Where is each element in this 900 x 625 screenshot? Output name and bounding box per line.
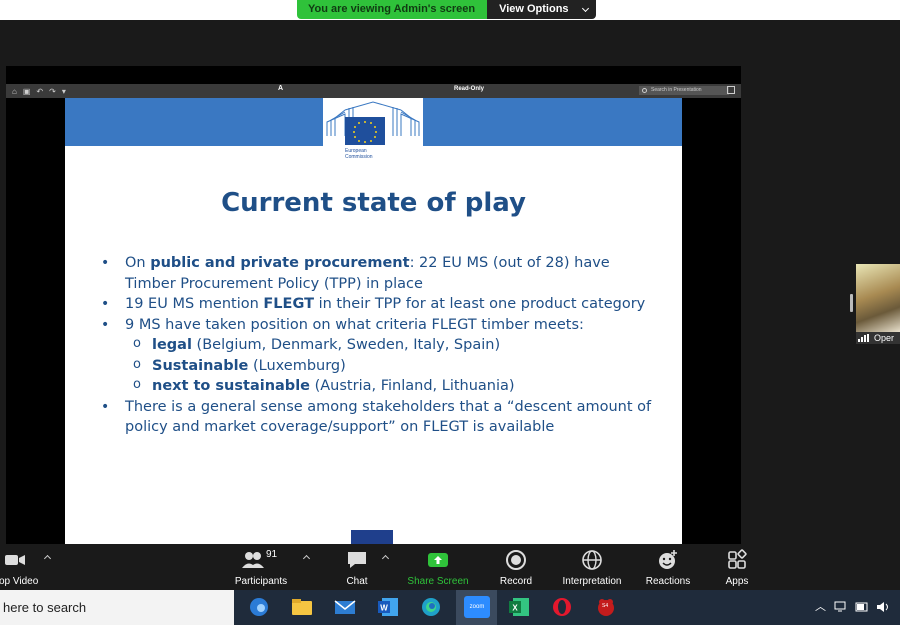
taskbar-search-text: here to search [3, 600, 87, 615]
video-camera-icon [5, 555, 25, 565]
app-icon[interactable]: S4 [594, 596, 618, 618]
european-commission-logo: European Commission [323, 98, 423, 164]
view-options-button[interactable]: View Options [487, 0, 596, 19]
stop-video-button[interactable]: op Video [0, 544, 44, 590]
taskbar-search-box[interactable]: here to search [0, 590, 234, 625]
apps-icon [728, 549, 747, 569]
eu-flag-icon [345, 117, 385, 145]
slide-footer-block [351, 530, 393, 544]
undo-icon[interactable]: ↶ [36, 87, 43, 96]
search-icon [642, 88, 647, 93]
search-placeholder: Search in Presentation [651, 87, 702, 93]
zoom-app-label: zoom [469, 604, 485, 610]
save-icon[interactable]: ▣ [23, 87, 31, 96]
share-screen-button[interactable]: Share Screen [404, 544, 472, 590]
bullet-item: 9 MS have taken position on what criteri… [101, 315, 661, 336]
network-icon[interactable] [834, 601, 848, 613]
screen: You are viewing Admin's screen View Opti… [0, 0, 900, 625]
interpretation-button[interactable]: Interpretation [556, 544, 628, 590]
viewing-banner: You are viewing Admin's screen View Opti… [297, 0, 596, 19]
chat-label: Chat [346, 576, 368, 587]
chat-options-caret-icon[interactable] [381, 554, 390, 563]
reactions-button[interactable]: Reactions [642, 544, 694, 590]
sub-bullet-item: legal (Belgium, Denmark, Sweden, Italy, … [101, 334, 661, 356]
globe-icon [582, 550, 602, 570]
logo-caption-line-2: Commission [345, 154, 373, 160]
participants-count: 91 [266, 549, 278, 560]
sub-bullet-item: next to sustainable (Austria, Finland, L… [101, 375, 661, 397]
interpretation-label: Interpretation [562, 576, 622, 587]
participants-button[interactable]: 91 Participants [231, 544, 291, 590]
presentation-toolbar: ⌂ ▣ ↶ ↷ ▾ A Read-Only Search in Presenta… [6, 84, 741, 98]
redo-icon[interactable]: ↷ [49, 87, 56, 96]
opera-icon[interactable] [550, 596, 574, 618]
record-icon [506, 550, 526, 570]
more-icon[interactable]: ▾ [62, 87, 66, 96]
presentation-slide: European Commission Current state of pla… [65, 98, 682, 544]
logo-caption: European Commission [345, 148, 373, 160]
bullet-item: There is a general sense among stakehold… [101, 397, 661, 438]
volume-icon[interactable] [876, 601, 890, 613]
apps-label: Apps [725, 576, 749, 587]
video-options-caret-icon[interactable] [43, 554, 52, 563]
participant-video-thumbnail[interactable]: Oper [856, 264, 900, 344]
home-icon[interactable]: ⌂ [12, 87, 17, 96]
file-explorer-icon[interactable] [290, 596, 314, 618]
participants-icon: 91 [241, 549, 281, 571]
share-icon[interactable] [727, 86, 735, 94]
presentation-search-input[interactable]: Search in Presentation [639, 86, 729, 95]
toolbar-doc-initial: A [278, 85, 284, 92]
reactions-icon [659, 550, 677, 569]
record-label: Record [499, 576, 533, 587]
mail-icon[interactable] [333, 596, 357, 618]
participants-label: Participants [234, 576, 288, 587]
zoom-meeting-toolbar: op Video 91 Participants Chat Share Scre… [0, 544, 900, 590]
view-options-label: View Options [499, 3, 569, 15]
chat-icon [348, 552, 366, 568]
chevron-down-icon [581, 4, 589, 13]
windows-taskbar: here to search W zoom X S4 ︿ [0, 590, 900, 625]
svg-text:X: X [512, 604, 518, 613]
reactions-label: Reactions [645, 576, 691, 587]
edge-profile-icon[interactable] [247, 596, 271, 618]
sub-bullet-item: Sustainable (Luxemburg) [101, 355, 661, 377]
read-only-badge: Read-Only [454, 86, 485, 92]
record-button[interactable]: Record [494, 544, 538, 590]
share-screen-label: Share Screen [407, 576, 469, 587]
share-screen-icon [428, 553, 448, 567]
participant-video-image [856, 264, 900, 332]
thumbnail-drag-handle[interactable] [850, 294, 853, 312]
word-icon[interactable]: W [376, 596, 400, 618]
edge-icon[interactable] [419, 596, 443, 618]
bullet-item: On public and private procurement: 22 EU… [101, 253, 661, 294]
signal-strength-icon [858, 334, 870, 342]
bullet-item: 19 EU MS mention FLEGT in their TPP for … [101, 294, 661, 315]
slide-title: Current state of play [221, 188, 526, 218]
participants-options-caret-icon[interactable] [302, 554, 311, 563]
zoom-icon[interactable]: zoom [464, 596, 490, 618]
viewing-status-text: You are viewing Admin's screen [297, 0, 488, 19]
battery-icon[interactable] [855, 602, 869, 612]
apps-button[interactable]: Apps [718, 544, 756, 590]
tray-chevron-up-icon[interactable]: ︿ [815, 590, 826, 625]
stop-video-label: op Video [0, 576, 39, 587]
chat-button[interactable]: Chat [337, 544, 377, 590]
excel-icon[interactable]: X [507, 596, 531, 618]
svg-text:W: W [380, 604, 388, 613]
app-badge-label: S4 [602, 603, 609, 609]
slide-bullet-list: On public and private procurement: 22 EU… [101, 253, 661, 438]
